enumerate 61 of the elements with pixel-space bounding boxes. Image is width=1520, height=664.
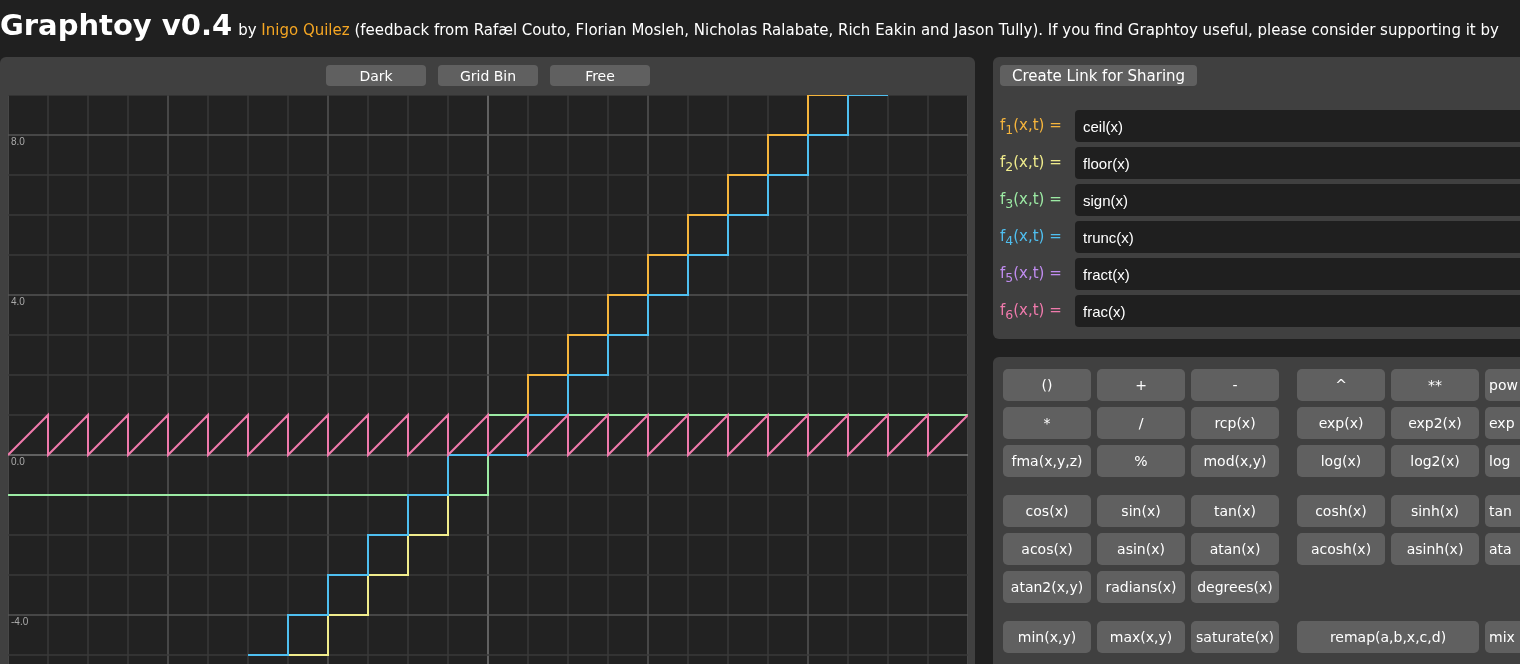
keypad-key[interactable]: tan(x): [1191, 495, 1279, 527]
keypad-key[interactable]: exp2(x): [1391, 407, 1479, 439]
keypad-key[interactable]: log2(x): [1391, 445, 1479, 477]
keypad-key[interactable]: degrees(x): [1191, 571, 1279, 603]
function-label: f$_{1}$(x,t) =: [1000, 115, 1063, 137]
axis-tick-label: 4.0: [11, 296, 25, 307]
keypad-key[interactable]: saturate(x): [1191, 621, 1279, 653]
keypad-key[interactable]: ata: [1485, 533, 1520, 565]
function-input[interactable]: frac(x): [1075, 295, 1520, 327]
keypad-key[interactable]: max(x,y): [1097, 621, 1185, 653]
keypad-key[interactable]: rcp(x): [1191, 407, 1279, 439]
keypad-key[interactable]: asin(x): [1097, 533, 1185, 565]
keypad-key[interactable]: acos(x): [1003, 533, 1091, 565]
keypad-key[interactable]: *: [1003, 407, 1091, 439]
keypad-key[interactable]: exp: [1485, 407, 1520, 439]
keypad-key[interactable]: acosh(x): [1297, 533, 1385, 565]
share-link-button[interactable]: Create Link for Sharing: [1000, 65, 1198, 86]
keypad-key[interactable]: cos(x): [1003, 495, 1091, 527]
keypad-key[interactable]: (): [1003, 369, 1091, 401]
function-input[interactable]: trunc(x): [1075, 221, 1520, 253]
function-label: f$_{4}$(x,t) =: [1000, 226, 1063, 248]
keypad-key[interactable]: **: [1391, 369, 1479, 401]
author-link[interactable]: Inigo Quilez: [261, 21, 350, 39]
keypad-key[interactable]: atan(x): [1191, 533, 1279, 565]
function-input[interactable]: ceil(x): [1075, 110, 1520, 142]
keypad-key[interactable]: pow: [1485, 369, 1520, 401]
credits-text: by Inigo Quilez (feedback from Rafæl Couto, Florian Mosleh, Nicholas Ralabate, Rich Eakin and Jason Tully). If you find Graphtoy useful, please consider supporting it by: [238, 21, 1499, 39]
graph-option-button[interactable]: Grid Bin: [438, 65, 538, 86]
keypad-key[interactable]: sinh(x): [1391, 495, 1479, 527]
keypad-key[interactable]: log(x): [1297, 445, 1385, 477]
keypad-key[interactable]: atan2(x,y): [1003, 571, 1091, 603]
axis-tick-label: 8.0: [11, 136, 25, 147]
keypad-key[interactable]: remap(a,b,x,c,d): [1297, 621, 1479, 653]
app-title: Graphtoy v0.4: [0, 7, 233, 44]
keypad-key[interactable]: /: [1097, 407, 1185, 439]
function-label: f$_{2}$(x,t) =: [1000, 152, 1063, 174]
function-input[interactable]: fract(x): [1075, 258, 1520, 290]
keypad-key[interactable]: fma(x,y,z): [1003, 445, 1091, 477]
keypad-key[interactable]: cosh(x): [1297, 495, 1385, 527]
keypad-key[interactable]: exp(x): [1297, 407, 1385, 439]
keypad-key[interactable]: ^: [1297, 369, 1385, 401]
keypad-key[interactable]: mod(x,y): [1191, 445, 1279, 477]
function-label: f$_{6}$(x,t) =: [1000, 300, 1063, 322]
function-input[interactable]: sign(x): [1075, 184, 1520, 216]
function-label: f$_{3}$(x,t) =: [1000, 189, 1063, 211]
graph-option-button[interactable]: Dark: [326, 65, 426, 86]
axis-tick-label: -4.0: [11, 616, 29, 627]
keypad-key[interactable]: mix: [1485, 621, 1520, 653]
function-input[interactable]: floor(x): [1075, 147, 1520, 179]
keypad-key[interactable]: asinh(x): [1391, 533, 1479, 565]
keypad-key[interactable]: radians(x): [1097, 571, 1185, 603]
axis-tick-label: 0.0: [11, 456, 25, 467]
keypad-key[interactable]: %: [1097, 445, 1185, 477]
graph-option-button[interactable]: Free: [550, 65, 650, 86]
keypad-key[interactable]: -: [1191, 369, 1279, 401]
keypad-key[interactable]: log: [1485, 445, 1520, 477]
keypad-key[interactable]: tan: [1485, 495, 1520, 527]
keypad-key[interactable]: min(x,y): [1003, 621, 1091, 653]
keypad-key[interactable]: sin(x): [1097, 495, 1185, 527]
keypad-key[interactable]: +: [1097, 369, 1185, 401]
function-label: f$_{5}$(x,t) =: [1000, 263, 1063, 285]
